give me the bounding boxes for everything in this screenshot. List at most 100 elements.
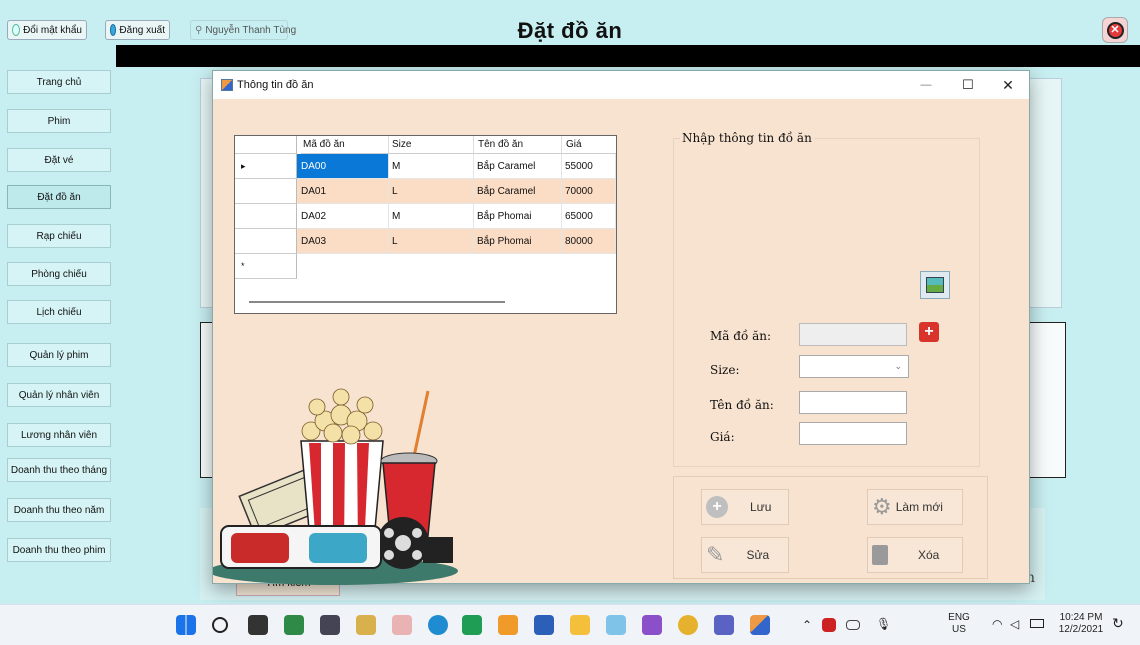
refresh-button[interactable]: ⚙ Làm mới <box>867 489 963 525</box>
windows-taskbar: ⌃ 🎙 ENG US ◠ ◁ 10:24 PM 12/2/2021 ↻ <box>0 604 1140 645</box>
grid-cell[interactable]: Bắp Phomai <box>474 229 562 254</box>
tray-chevron-icon[interactable]: ⌃ <box>802 619 812 631</box>
sidebar-item-0[interactable]: Trang chủ <box>7 70 111 94</box>
price-input[interactable] <box>799 422 907 445</box>
chrome-canary-icon[interactable] <box>678 615 698 635</box>
page-title: Đặt đồ ăn <box>517 18 623 43</box>
add-image-button[interactable] <box>920 271 950 299</box>
wifi-icon[interactable]: ◠ <box>992 618 1002 630</box>
sidebar-item-12[interactable]: Doanh thu theo phim <box>7 538 111 562</box>
col-header-name[interactable]: Tên đồ ăn <box>474 136 562 154</box>
grid-cell[interactable]: 55000 <box>562 154 616 179</box>
pycharm-icon[interactable] <box>462 615 482 635</box>
food-grid[interactable]: Mã đồ ăn Size Tên đồ ăn Giá ▸ DA00 M Bắp Ca… <box>234 135 617 314</box>
notion-icon[interactable] <box>248 615 268 635</box>
grid-cell[interactable]: 70000 <box>562 179 616 204</box>
grid-cell[interactable]: DA03 <box>297 229 389 254</box>
grid-cell[interactable]: DA02 <box>297 204 389 229</box>
sidebar-item-label: Quản lý phim <box>29 349 89 361</box>
sidebar-item-2[interactable]: Đặt vé <box>7 148 111 172</box>
sidebar-item-9[interactable]: Lương nhân viên <box>7 423 111 447</box>
col-header-id[interactable]: Mã đồ ăn <box>301 136 389 154</box>
row-header[interactable]: ▸ <box>235 154 297 179</box>
file-explorer-icon[interactable] <box>570 615 590 635</box>
sidebar-item-label: Đặt vé <box>44 154 74 166</box>
visual-studio-icon[interactable] <box>642 615 662 635</box>
keyboard-icon[interactable] <box>846 620 860 630</box>
notifications-icon[interactable]: ↻ <box>1112 616 1124 630</box>
minimize-button[interactable]: — <box>911 75 941 95</box>
sidebar-item-1[interactable]: Phim <box>7 109 111 133</box>
grid-header-corner <box>235 136 297 154</box>
edit-button[interactable]: ✎ Sửa <box>701 537 789 573</box>
lang-line1: ENG <box>948 612 970 623</box>
cinema-snacks-illustration <box>213 388 458 585</box>
generate-id-button[interactable]: + <box>919 322 939 342</box>
word-icon[interactable] <box>534 615 554 635</box>
delete-button[interactable]: Xóa <box>867 537 963 573</box>
winforms-app-icon[interactable] <box>750 615 770 635</box>
clock[interactable]: 10:24 PM 12/2/2021 <box>1053 612 1109 636</box>
grid-horizontal-scrollbar[interactable] <box>249 301 505 303</box>
grid-cell[interactable]: Bắp Caramel <box>474 179 562 204</box>
teams-icon[interactable] <box>714 615 734 635</box>
edge-icon[interactable] <box>428 615 448 635</box>
dialog-titlebar: Thông tin đồ ăn — ☐ ✕ <box>213 71 1029 99</box>
grid-cell[interactable]: M <box>389 204 474 229</box>
save-button[interactable]: + Lưu <box>701 489 789 525</box>
battery-icon[interactable] <box>1030 619 1044 628</box>
food-input-group: Nhập thông tin đồ ăn Mã đồ ăn: + Size: ⌄… <box>673 131 980 467</box>
grid-cell[interactable]: 65000 <box>562 204 616 229</box>
sidebar-item-label: Doanh thu theo năm <box>13 504 105 516</box>
col-header-price[interactable]: Giá <box>562 136 616 154</box>
calculator-icon[interactable] <box>392 615 412 635</box>
maximize-button[interactable]: ☐ <box>953 75 983 95</box>
devexpress-icon[interactable] <box>320 615 340 635</box>
snipping-icon[interactable] <box>356 615 376 635</box>
close-dialog-button[interactable]: ✕ <box>993 75 1023 95</box>
grid-cell[interactable]: L <box>389 229 474 254</box>
notes-icon[interactable] <box>284 615 304 635</box>
lang-line2: US <box>952 624 966 635</box>
new-row-header[interactable]: * <box>235 254 297 279</box>
sidebar-item-7[interactable]: Quản lý phim <box>7 343 111 367</box>
sidebar-item-11[interactable]: Doanh thu theo năm <box>7 498 111 522</box>
sidebar-item-label: Doanh thu theo tháng <box>10 464 108 476</box>
grid-cell[interactable]: Bắp Phomai <box>474 204 562 229</box>
sidebar-item-6[interactable]: Lịch chiếu <box>7 300 111 324</box>
close-app-button[interactable]: ✕ <box>1102 17 1128 43</box>
grid-cell[interactable]: DA01 <box>297 179 389 204</box>
volume-icon[interactable]: ◁ <box>1010 618 1019 630</box>
sidebar-item-5[interactable]: Phòng chiếu <box>7 262 111 286</box>
photos-icon[interactable] <box>498 615 518 635</box>
microphone-icon[interactable]: 🎙 <box>876 618 891 630</box>
grid-cell[interactable]: L <box>389 179 474 204</box>
start-icon[interactable] <box>176 615 196 635</box>
antivirus-icon[interactable] <box>822 618 836 632</box>
food-name-input[interactable] <box>799 391 907 414</box>
sidebar-item-3[interactable]: Đặt đồ ăn <box>7 185 111 209</box>
grid-cell[interactable]: 80000 <box>562 229 616 254</box>
food-id-input[interactable] <box>799 323 907 346</box>
sidebar-item-10[interactable]: Doanh thu theo tháng <box>7 458 111 482</box>
search-icon[interactable] <box>212 617 228 633</box>
row-header[interactable] <box>235 229 297 254</box>
pencil-icon: ✎ <box>706 542 725 567</box>
col-header-size[interactable]: Size <box>389 136 474 154</box>
grid-cell[interactable]: Bắp Caramel <box>474 154 562 179</box>
chevron-down-icon: ⌄ <box>894 361 902 371</box>
price-label: Giá: <box>710 430 735 444</box>
sidebar-item-4[interactable]: Rạp chiếu <box>7 224 111 248</box>
design-tool-icon[interactable] <box>606 615 626 635</box>
header-strip <box>116 45 1140 67</box>
plus-circle-icon: + <box>706 496 728 518</box>
row-header[interactable] <box>235 204 297 229</box>
size-select[interactable]: ⌄ <box>799 355 909 378</box>
grid-cell[interactable]: M <box>389 154 474 179</box>
row-header[interactable] <box>235 179 297 204</box>
language-indicator[interactable]: ENG US <box>944 612 974 636</box>
dialog-title: Thông tin đồ ăn <box>237 79 314 91</box>
name-label: Tên đồ ăn: <box>710 398 774 412</box>
sidebar-item-8[interactable]: Quản lý nhân viên <box>7 383 111 407</box>
grid-cell[interactable]: DA00 <box>297 154 389 179</box>
